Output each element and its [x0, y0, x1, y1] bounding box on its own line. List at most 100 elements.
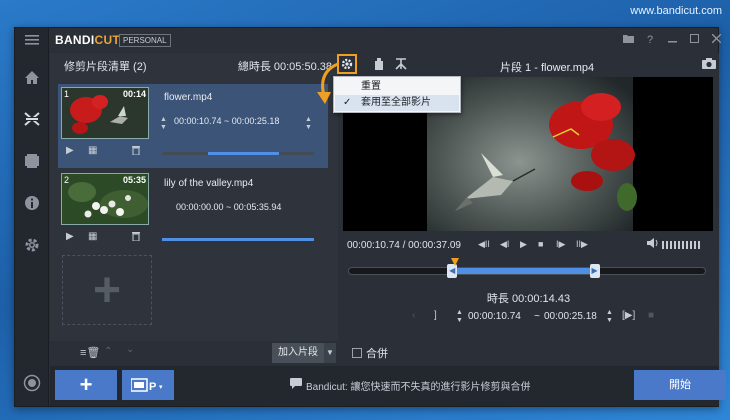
minimize-icon[interactable]	[663, 31, 681, 49]
start-button[interactable]: 開始	[634, 370, 726, 400]
clip-item[interactable]: 1 00:14 flower.mp4 ▲ ▼ 00:00:10.74 ~ 00:0…	[58, 84, 328, 168]
film-icon[interactable]	[15, 146, 49, 176]
record-icon[interactable]	[15, 368, 49, 398]
clip-range-bar	[162, 152, 314, 155]
grid-icon[interactable]: ▦	[88, 231, 97, 242]
stop-icon[interactable]: ■	[538, 239, 543, 249]
bookmark-icon[interactable]	[374, 58, 384, 73]
trim-end-handle[interactable]: ▶	[589, 264, 600, 278]
prev-frame-icon[interactable]: ◀I	[500, 239, 509, 250]
start-stepper-icon[interactable]: ▲ ▼	[456, 309, 463, 325]
menu-icon[interactable]	[15, 28, 49, 52]
clip-list-title: 修剪片段清單 (2)	[64, 61, 147, 73]
clip-range-bar	[162, 238, 314, 241]
home-icon[interactable]	[15, 62, 49, 92]
film-export-icon: P ▾	[130, 378, 163, 393]
clip-item[interactable]: 2 05:35 lily of the valley.mp4 00:00:00.…	[58, 170, 328, 254]
clip-index: 1	[64, 89, 70, 99]
set-start-disabled-icon[interactable]: ‹	[412, 310, 415, 321]
title-bar: BANDICUT PERSONAL ?	[49, 28, 721, 52]
clip-filename: flower.mp4	[164, 92, 213, 103]
menu-item-label: 套用至全部影片	[361, 97, 431, 108]
settings-nav-icon[interactable]	[15, 230, 49, 260]
prev-keyframe-icon[interactable]: ◀II	[478, 239, 490, 250]
clip-list-header: 修剪片段清單 (2) 總時長 00:05:50.38	[50, 53, 338, 75]
maximize-icon[interactable]	[685, 31, 703, 49]
move-down-icon[interactable]: ⌄	[126, 344, 134, 355]
start-stepper-icon[interactable]: ▲ ▼	[160, 116, 167, 132]
trim-time-row: ‹ ] ▲ ▼ 00:00:10.74 ~ 00:00:25.18 ▲ ▼ [▶] …	[338, 307, 719, 327]
volume-slider[interactable]	[662, 241, 702, 249]
move-up-icon[interactable]: ⌃	[104, 346, 112, 357]
trim-separator: ~	[534, 311, 540, 322]
segment-title: 片段 1 - flower.mp4	[500, 62, 595, 74]
set-end-icon[interactable]: [▶]	[622, 310, 635, 321]
clip-list-panel: 修剪片段清單 (2) 總時長 00:05:50.38 1 00:14 flowe…	[50, 53, 338, 366]
timecode: 00:00:10.74 / 00:00:37.09	[347, 240, 461, 251]
set-start-icon[interactable]: ]	[434, 310, 437, 321]
check-icon: ✓	[343, 97, 352, 108]
play-icon[interactable]: ▶	[66, 231, 74, 242]
play-icon[interactable]: ▶	[520, 239, 527, 250]
clip-range: 00:00:00.00 ~ 00:05:35.94	[176, 202, 282, 212]
play-icon[interactable]: ▶	[66, 145, 74, 156]
clip-range: 00:00:10.74 ~ 00:00:25.18	[174, 116, 280, 126]
end-stepper-icon[interactable]: ▲ ▼	[305, 116, 312, 132]
close-icon[interactable]	[707, 31, 725, 49]
cut-icon[interactable]	[15, 104, 49, 134]
side-nav	[15, 28, 49, 406]
watermark: www.bandicut.com	[630, 5, 722, 17]
chat-icon	[290, 378, 302, 392]
split-icon[interactable]	[394, 58, 408, 73]
trim-end-time[interactable]: 00:00:25.18	[544, 311, 597, 322]
bandicam-button[interactable]: P ▾	[122, 370, 174, 400]
trim-selection	[452, 268, 595, 274]
svg-text:P: P	[149, 381, 156, 393]
camera-icon[interactable]	[702, 58, 716, 72]
menu-item-apply-all[interactable]: ✓ 套用至全部影片	[335, 95, 459, 111]
add-clip-placeholder[interactable]: +	[62, 255, 152, 325]
next-frame-icon[interactable]: I▶	[556, 239, 565, 250]
clip-list-footer: ≡🗑 ⌃ ⌄ 加入片段 ▼	[50, 341, 338, 366]
clear-list-icon[interactable]: ≡🗑	[80, 346, 100, 359]
merge-label: 合併	[366, 348, 388, 360]
svg-text:▾: ▾	[159, 384, 163, 391]
tip-text: Bandicut: 讓您快速而不失真的進行影片修剪與合併	[306, 382, 531, 393]
set-end-disabled-icon[interactable]: ■	[648, 310, 654, 321]
merge-checkbox[interactable]	[352, 348, 362, 358]
clip-duration: 00:14	[122, 89, 146, 99]
add-clip-dropdown-icon[interactable]: ▼	[324, 343, 336, 363]
clip-thumbnail[interactable]: 1 00:14	[61, 87, 149, 139]
delete-icon[interactable]	[132, 145, 140, 158]
menu-item-label: 重置	[361, 81, 381, 92]
clip-thumbnail[interactable]: 2 05:35	[61, 173, 149, 225]
playhead-marker[interactable]	[451, 258, 460, 266]
trim-start-time[interactable]: 00:00:10.74	[468, 311, 521, 322]
info-icon[interactable]	[15, 188, 49, 218]
clip-range-fill	[162, 238, 314, 241]
trim-timeline[interactable]: ◀ ▶	[348, 258, 706, 278]
clip-index: 2	[64, 175, 70, 185]
grid-icon[interactable]: ▦	[88, 145, 97, 156]
next-keyframe-icon[interactable]: II▶	[576, 239, 588, 250]
settings-dropdown-menu: 重置 ✓ 套用至全部影片	[333, 76, 461, 113]
clip-duration: 05:35	[122, 175, 146, 185]
volume-icon[interactable]	[647, 238, 659, 250]
menu-item-reset[interactable]: 重置	[335, 79, 459, 95]
bottom-bar: + P ▾ Bandicut: 讓您快速而不失真的進行影片修剪與合併 開始	[50, 366, 726, 406]
clip-range-fill	[207, 152, 280, 155]
end-stepper-icon[interactable]: ▲ ▼	[606, 309, 613, 325]
playback-controls: 00:00:10.74 / 00:00:37.09 ◀II ◀I ▶ ■ I▶ …	[338, 237, 719, 255]
help-icon[interactable]: ?	[641, 31, 659, 49]
app-logo: BANDICUT	[55, 33, 121, 47]
trim-start-handle[interactable]: ◀	[447, 264, 458, 278]
selection-duration: 時長 00:00:14.43	[486, 293, 571, 305]
clip-filename: lily of the valley.mp4	[164, 178, 254, 189]
delete-icon[interactable]	[132, 231, 140, 244]
add-clip-button[interactable]: 加入片段	[272, 343, 324, 363]
preview-toolbar: 片段 1 - flower.mp4	[337, 53, 719, 77]
folder-icon[interactable]	[619, 31, 637, 49]
merge-option[interactable]: 合併	[352, 345, 388, 361]
add-files-button[interactable]: +	[55, 370, 117, 400]
edition-badge: PERSONAL	[119, 34, 171, 47]
